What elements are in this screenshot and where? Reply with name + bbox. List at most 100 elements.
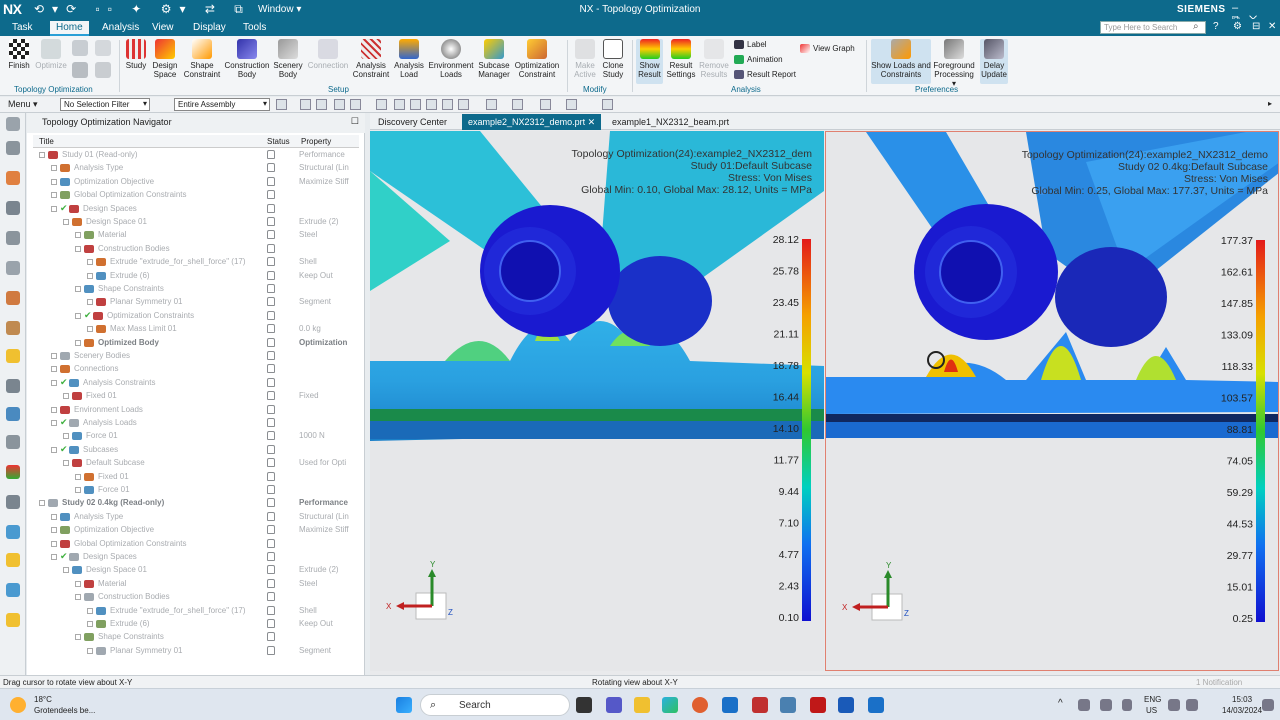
help-icon[interactable]: ? (1213, 21, 1219, 32)
app-icon[interactable] (752, 697, 768, 713)
tree-row[interactable]: ✔ Design Spaces (33, 203, 359, 216)
study-button[interactable]: Study (123, 39, 149, 70)
tree-row[interactable]: Material Steel (33, 229, 359, 242)
task-view-icon[interactable] (576, 697, 592, 713)
expand-toggle-icon[interactable] (63, 460, 69, 467)
tree-row[interactable]: Optimized Body Optimization (33, 337, 359, 350)
construction-body-button[interactable]: Construction Body (224, 39, 270, 79)
expand-toggle-icon[interactable] (51, 192, 57, 199)
expand-toggle-icon[interactable] (63, 567, 69, 574)
tree-row[interactable]: Design Space 01 Extrude (2) (33, 564, 359, 577)
expand-toggle-icon[interactable] (51, 527, 57, 534)
tree-row[interactable]: Fixed 01 (33, 471, 359, 484)
analysis-load-button[interactable]: Analysis Load (392, 39, 426, 79)
clock-icon[interactable] (6, 435, 20, 449)
tree-row[interactable]: Default Subcase Used for Opti (33, 457, 359, 470)
expand-toggle-icon[interactable] (51, 446, 57, 453)
tree-row[interactable]: ✔ Optimization Constraints (33, 310, 359, 323)
check-icon[interactable]: ✔ (84, 310, 92, 321)
expand-toggle-icon[interactable] (39, 500, 45, 507)
menu-button[interactable]: Menu ▾ (8, 99, 38, 110)
cube-blue-icon[interactable] (6, 525, 20, 539)
cube-view-icon[interactable] (540, 99, 551, 110)
expand-toggle-icon[interactable] (75, 339, 81, 346)
check-icon[interactable]: ✔ (60, 377, 68, 388)
expand-toggle-icon[interactable] (87, 647, 93, 654)
roles-icon[interactable] (6, 291, 20, 305)
tree-row[interactable]: Study 02 0.4kg (Read-only) Performance (33, 497, 359, 510)
expand-toggle-icon[interactable] (63, 433, 69, 440)
tree-row[interactable]: Extrude (6) Keep Out (33, 270, 359, 283)
tab-analysis[interactable]: Analysis (96, 21, 145, 36)
notification-icon[interactable] (1262, 699, 1274, 711)
settings-icon[interactable]: ⚙ (1233, 21, 1242, 32)
expand-toggle-icon[interactable] (87, 272, 93, 279)
expand-toggle-icon[interactable] (75, 286, 81, 292)
viewport-left[interactable]: Topology Optimization(24):example2_NX231… (370, 131, 824, 671)
language-code[interactable]: ENG (1144, 695, 1161, 704)
close-tab-icon[interactable]: ✕ (588, 117, 596, 127)
wifi-icon[interactable] (1168, 699, 1180, 711)
shape-constraint-button[interactable]: Shape Constraint (182, 39, 222, 79)
view-box-icon[interactable] (410, 99, 421, 110)
store-icon[interactable] (722, 697, 738, 713)
expand-toggle-icon[interactable] (51, 366, 57, 373)
maximize-icon[interactable]: ☐ (351, 116, 359, 127)
tree-row[interactable]: Planar Symmetry 01 Segment (33, 296, 359, 309)
view-edge-icon[interactable] (442, 99, 453, 110)
delay-update-button[interactable]: Delay Update (980, 39, 1008, 84)
analysis-constraint-button[interactable]: Analysis Constraint (352, 39, 390, 79)
file-explorer-icon[interactable] (634, 697, 650, 713)
col-status[interactable]: Status (267, 137, 290, 146)
close-icon[interactable]: ✕ (1268, 21, 1276, 32)
view-shade-icon[interactable] (426, 99, 437, 110)
expand-toggle-icon[interactable] (51, 420, 57, 426)
tree-row[interactable]: Shape Constraints (33, 283, 359, 296)
rotate-icon[interactable] (486, 99, 497, 110)
tree-row[interactable]: Analysis Type Structural (Lin (33, 162, 359, 175)
view-orient-icon[interactable] (394, 99, 405, 110)
col-property[interactable]: Property (301, 137, 331, 146)
firefox-icon[interactable] (692, 697, 708, 713)
tree-row[interactable]: Environment Loads (33, 404, 359, 417)
expand-toggle-icon[interactable] (51, 353, 57, 359)
layer-icon[interactable] (566, 99, 577, 110)
tab-example2[interactable]: example2_NX2312_demo.prt ✕ (462, 114, 602, 130)
render-style-icon[interactable] (512, 99, 523, 110)
tree-row[interactable]: Scenery Bodies (33, 350, 359, 363)
finish-button[interactable]: Finish (6, 39, 32, 70)
expand-toggle-icon[interactable] (51, 540, 57, 547)
tree-row[interactable]: Connections (33, 363, 359, 376)
web-icon[interactable] (6, 379, 20, 393)
remove-results-button[interactable]: Remove Results (699, 39, 729, 79)
optimization-constraint-button[interactable]: Optimization Constraint (514, 39, 560, 79)
expand-toggle-icon[interactable] (51, 165, 57, 172)
expand-toggle-icon[interactable] (63, 219, 69, 225)
weather-text[interactable]: Grotendeels be... (34, 706, 95, 715)
expand-toggle-icon[interactable] (87, 326, 93, 333)
people-icon[interactable] (95, 62, 111, 78)
expand-toggle-icon[interactable] (87, 621, 93, 627)
show-result-button[interactable]: Show Result (636, 39, 663, 84)
snap-icon[interactable] (276, 99, 287, 110)
expand-toggle-icon[interactable] (75, 312, 81, 319)
clone-study-button[interactable]: Clone Study (600, 39, 626, 79)
tree-row[interactable]: Fixed 01 Fixed (33, 390, 359, 403)
notification-count[interactable]: 1 Notification (1196, 678, 1242, 687)
assembly-navigator-icon[interactable] (6, 171, 20, 185)
tab-home[interactable]: Home (50, 21, 89, 36)
network-icon[interactable] (1100, 699, 1112, 711)
tab-task[interactable]: Task (6, 21, 39, 36)
col-title[interactable]: Title (39, 137, 54, 146)
clock-date[interactable]: 14/03/2024 (1222, 706, 1262, 715)
weather-temp[interactable]: 18°C (34, 695, 52, 704)
expand-toggle-icon[interactable] (51, 554, 57, 560)
cloud-icon[interactable] (1078, 699, 1090, 711)
result-report-button[interactable]: Result Report (734, 70, 796, 80)
search-icon[interactable]: ⌕ (1193, 21, 1199, 32)
expand-toggle-icon[interactable] (87, 299, 93, 306)
tree-row[interactable]: ✔ Design Spaces (33, 551, 359, 564)
result-settings-button[interactable]: Result Settings (665, 39, 697, 79)
viewport-right[interactable]: Topology Optimization(24):example2_NX231… (825, 131, 1279, 671)
nx-icon[interactable] (810, 697, 826, 713)
